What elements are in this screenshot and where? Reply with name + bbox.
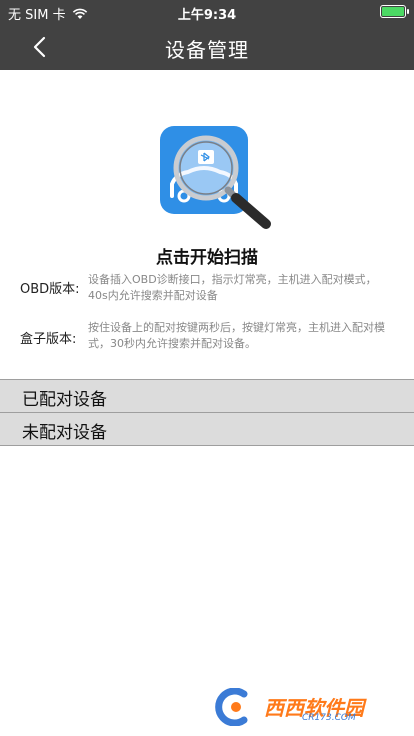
box-label: 盒子版本: bbox=[20, 332, 77, 347]
status-bar: 无 SIM 卡 上午9:34 bbox=[0, 0, 414, 24]
nav-bar: 设备管理 bbox=[0, 24, 414, 70]
status-time: 上午9:34 bbox=[177, 8, 237, 23]
watermark-logo-icon bbox=[215, 688, 248, 726]
battery-icon bbox=[380, 5, 409, 18]
obd-description: 设备插入OBD诊断接口，指示灯常亮，主机进入配对模式，40s内允许搜索并配对设备 bbox=[88, 273, 377, 302]
unpaired-devices-section[interactable]: 未配对设备 bbox=[0, 412, 414, 446]
page-title: 设备管理 bbox=[165, 38, 249, 62]
obd-label: OBD版本: bbox=[20, 282, 80, 297]
watermark: 西西软件园 CR173.COM bbox=[214, 688, 394, 726]
battery-fill bbox=[382, 7, 404, 16]
scan-button[interactable] bbox=[158, 124, 278, 234]
paired-devices-label: 已配对设备 bbox=[22, 390, 107, 410]
bluetooth-car-magnifier-icon bbox=[160, 126, 271, 229]
box-description: 按住设备上的配对按键两秒后，按键灯常亮，主机进入配对模式，30秒内允许搜索并配对… bbox=[88, 321, 385, 350]
paired-devices-section[interactable]: 已配对设备 bbox=[0, 379, 414, 413]
unpaired-devices-label: 未配对设备 bbox=[22, 423, 107, 443]
watermark-url: CR173.COM bbox=[302, 713, 356, 723]
scan-label[interactable]: 点击开始扫描 bbox=[0, 243, 414, 268]
